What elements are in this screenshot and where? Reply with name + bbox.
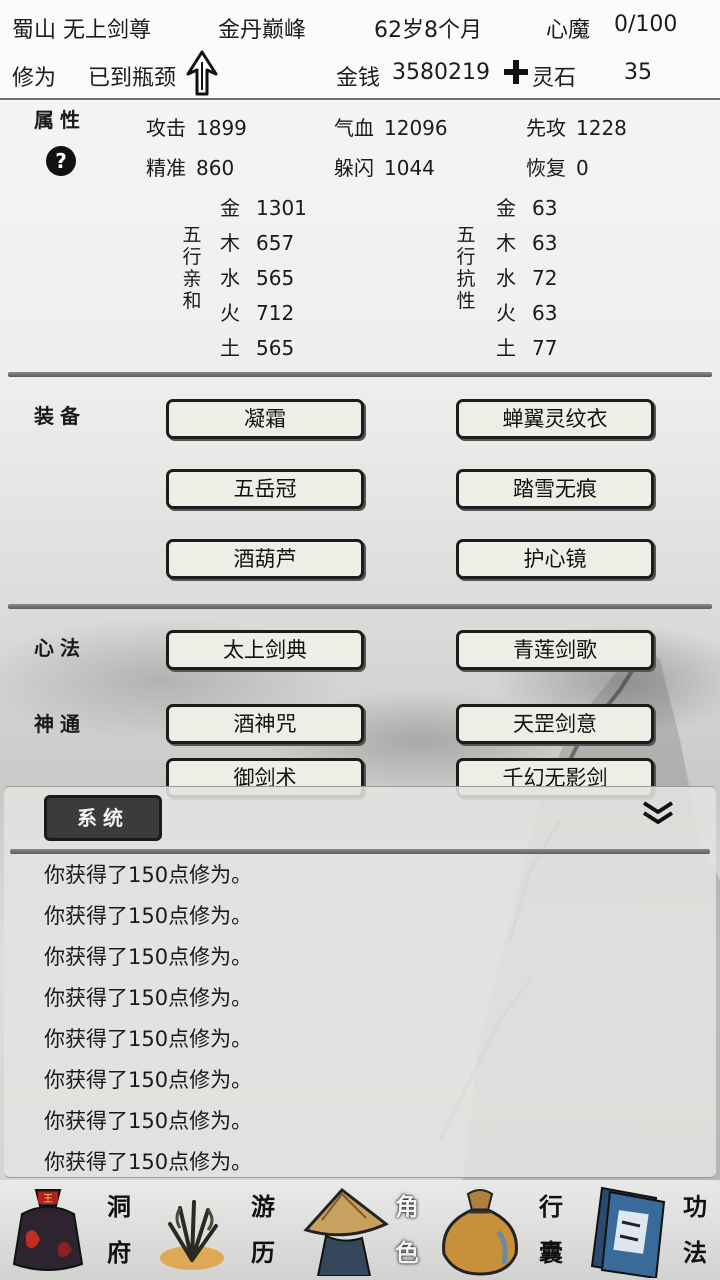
stone-label: 灵石 <box>532 66 577 91</box>
equip-helmet-button[interactable]: 五岳冠 <box>166 469 364 509</box>
resist-metal: 金 63 <box>496 196 558 220</box>
stat-attack: 攻击 1899 <box>146 116 247 140</box>
system-log-panel: 系统 你获得了150点修为。 你获得了150点修为。 你获得了150点修为。 你… <box>4 786 716 1178</box>
resist-water: 水 72 <box>496 266 558 290</box>
nav-character[interactable]: 角色 <box>288 1180 432 1280</box>
nav-travel[interactable]: 游历 <box>144 1180 288 1280</box>
xinfa-button-2[interactable]: 青莲剑歌 <box>456 630 654 670</box>
resist-earth: 土 77 <box>496 336 558 360</box>
section-divider <box>8 604 712 609</box>
log-line: 你获得了150点修为。 <box>44 986 253 1010</box>
bag-icon: 王 <box>12 1189 84 1271</box>
equipment-title: 装备 <box>34 404 86 428</box>
resist-wood: 木 63 <box>496 231 558 255</box>
nav-inventory[interactable]: 行囊 <box>432 1180 576 1280</box>
money-value: 3580219 <box>392 60 490 85</box>
stone-value: 35 <box>624 60 652 85</box>
nav-cave-label: 洞府 <box>107 1192 131 1267</box>
log-line: 你获得了150点修为。 <box>44 1068 253 1092</box>
svg-text:王: 王 <box>43 1194 53 1205</box>
equip-accessory-button[interactable]: 酒葫芦 <box>166 539 364 579</box>
section-divider <box>8 372 712 377</box>
equip-armor-button[interactable]: 蝉翼灵纹衣 <box>456 399 654 439</box>
equip-amulet-button[interactable]: 护心镜 <box>456 539 654 579</box>
cultivation-label: 修为 <box>12 66 57 91</box>
character-header: 蜀山 无上剑尊 金丹巅峰 62岁8个月 心魔 0/100 修为 已到瓶颈 金钱 … <box>0 0 720 100</box>
help-icon[interactable]: ? <box>46 146 76 176</box>
log-line: 你获得了150点修为。 <box>44 1027 253 1051</box>
pouch-icon <box>442 1189 518 1276</box>
shentong-title: 神通 <box>34 712 86 736</box>
breakthrough-arrow-icon[interactable] <box>186 50 218 96</box>
resist-label: 五行抗性 <box>456 224 476 312</box>
log-line: 你获得了150点修为。 <box>44 945 253 969</box>
log-line: 你获得了150点修为。 <box>44 904 253 928</box>
nav-skills-label: 功法 <box>683 1192 707 1267</box>
affinity-earth: 土 565 <box>220 336 295 360</box>
age-text: 62岁8个月 <box>374 18 482 43</box>
affinity-fire: 火 712 <box>220 301 295 325</box>
log-line: 你获得了150点修为。 <box>44 863 253 887</box>
affinity-water: 水 565 <box>220 266 295 290</box>
stat-initiative: 先攻 1228 <box>526 116 627 140</box>
collapse-chevron-icon[interactable] <box>640 799 676 827</box>
stat-hp: 气血 12096 <box>334 116 448 140</box>
resist-fire: 火 63 <box>496 301 558 325</box>
shentong-button-1[interactable]: 酒神咒 <box>166 704 364 744</box>
xinfa-title: 心法 <box>34 636 86 660</box>
herb-icon <box>160 1200 224 1270</box>
attributes-title: 属性 <box>34 108 86 132</box>
attributes-section: 属性 ? 攻击 1899 气血 12096 先攻 1228 精准 860 躲闪 1044 … <box>0 100 720 372</box>
realm-text: 金丹巅峰 <box>218 18 307 43</box>
book-icon <box>590 1186 666 1278</box>
stat-dodge: 躲闪 1044 <box>334 156 435 180</box>
nav-travel-label: 游历 <box>251 1192 275 1267</box>
bottom-navigation: 王 洞府 游历 角色 行囊 功 法 <box>0 1180 720 1280</box>
stat-accuracy: 精准 860 <box>146 156 235 180</box>
affinity-metal: 金 1301 <box>220 196 307 220</box>
log-line: 你获得了150点修为。 <box>44 1150 253 1174</box>
affinity-wood: 木 657 <box>220 231 295 255</box>
equip-weapon-button[interactable]: 凝霜 <box>166 399 364 439</box>
nav-character-label: 角色 <box>395 1192 419 1267</box>
tab-system[interactable]: 系统 <box>44 795 162 841</box>
nav-cave[interactable]: 王 洞府 <box>0 1180 144 1280</box>
stat-recovery: 恢复 0 <box>526 156 589 180</box>
cultivation-value: 已到瓶颈 <box>88 66 177 91</box>
affinity-label: 五行亲和 <box>182 224 202 312</box>
equip-boots-button[interactable]: 踏雪无痕 <box>456 469 654 509</box>
money-label: 金钱 <box>336 66 381 91</box>
demon-label: 心魔 <box>546 18 591 43</box>
demon-value: 0/100 <box>614 12 678 37</box>
add-cross-icon[interactable] <box>502 58 530 86</box>
nav-skills[interactable]: 功法 <box>576 1180 720 1280</box>
xinfa-button-1[interactable]: 太上剑典 <box>166 630 364 670</box>
sect-title: 蜀山 无上剑尊 <box>12 18 151 43</box>
shentong-button-2[interactable]: 天罡剑意 <box>456 704 654 744</box>
nav-inventory-label: 行囊 <box>539 1192 563 1267</box>
log-line: 你获得了150点修为。 <box>44 1109 253 1133</box>
log-divider <box>10 849 710 854</box>
hat-icon <box>303 1187 389 1276</box>
